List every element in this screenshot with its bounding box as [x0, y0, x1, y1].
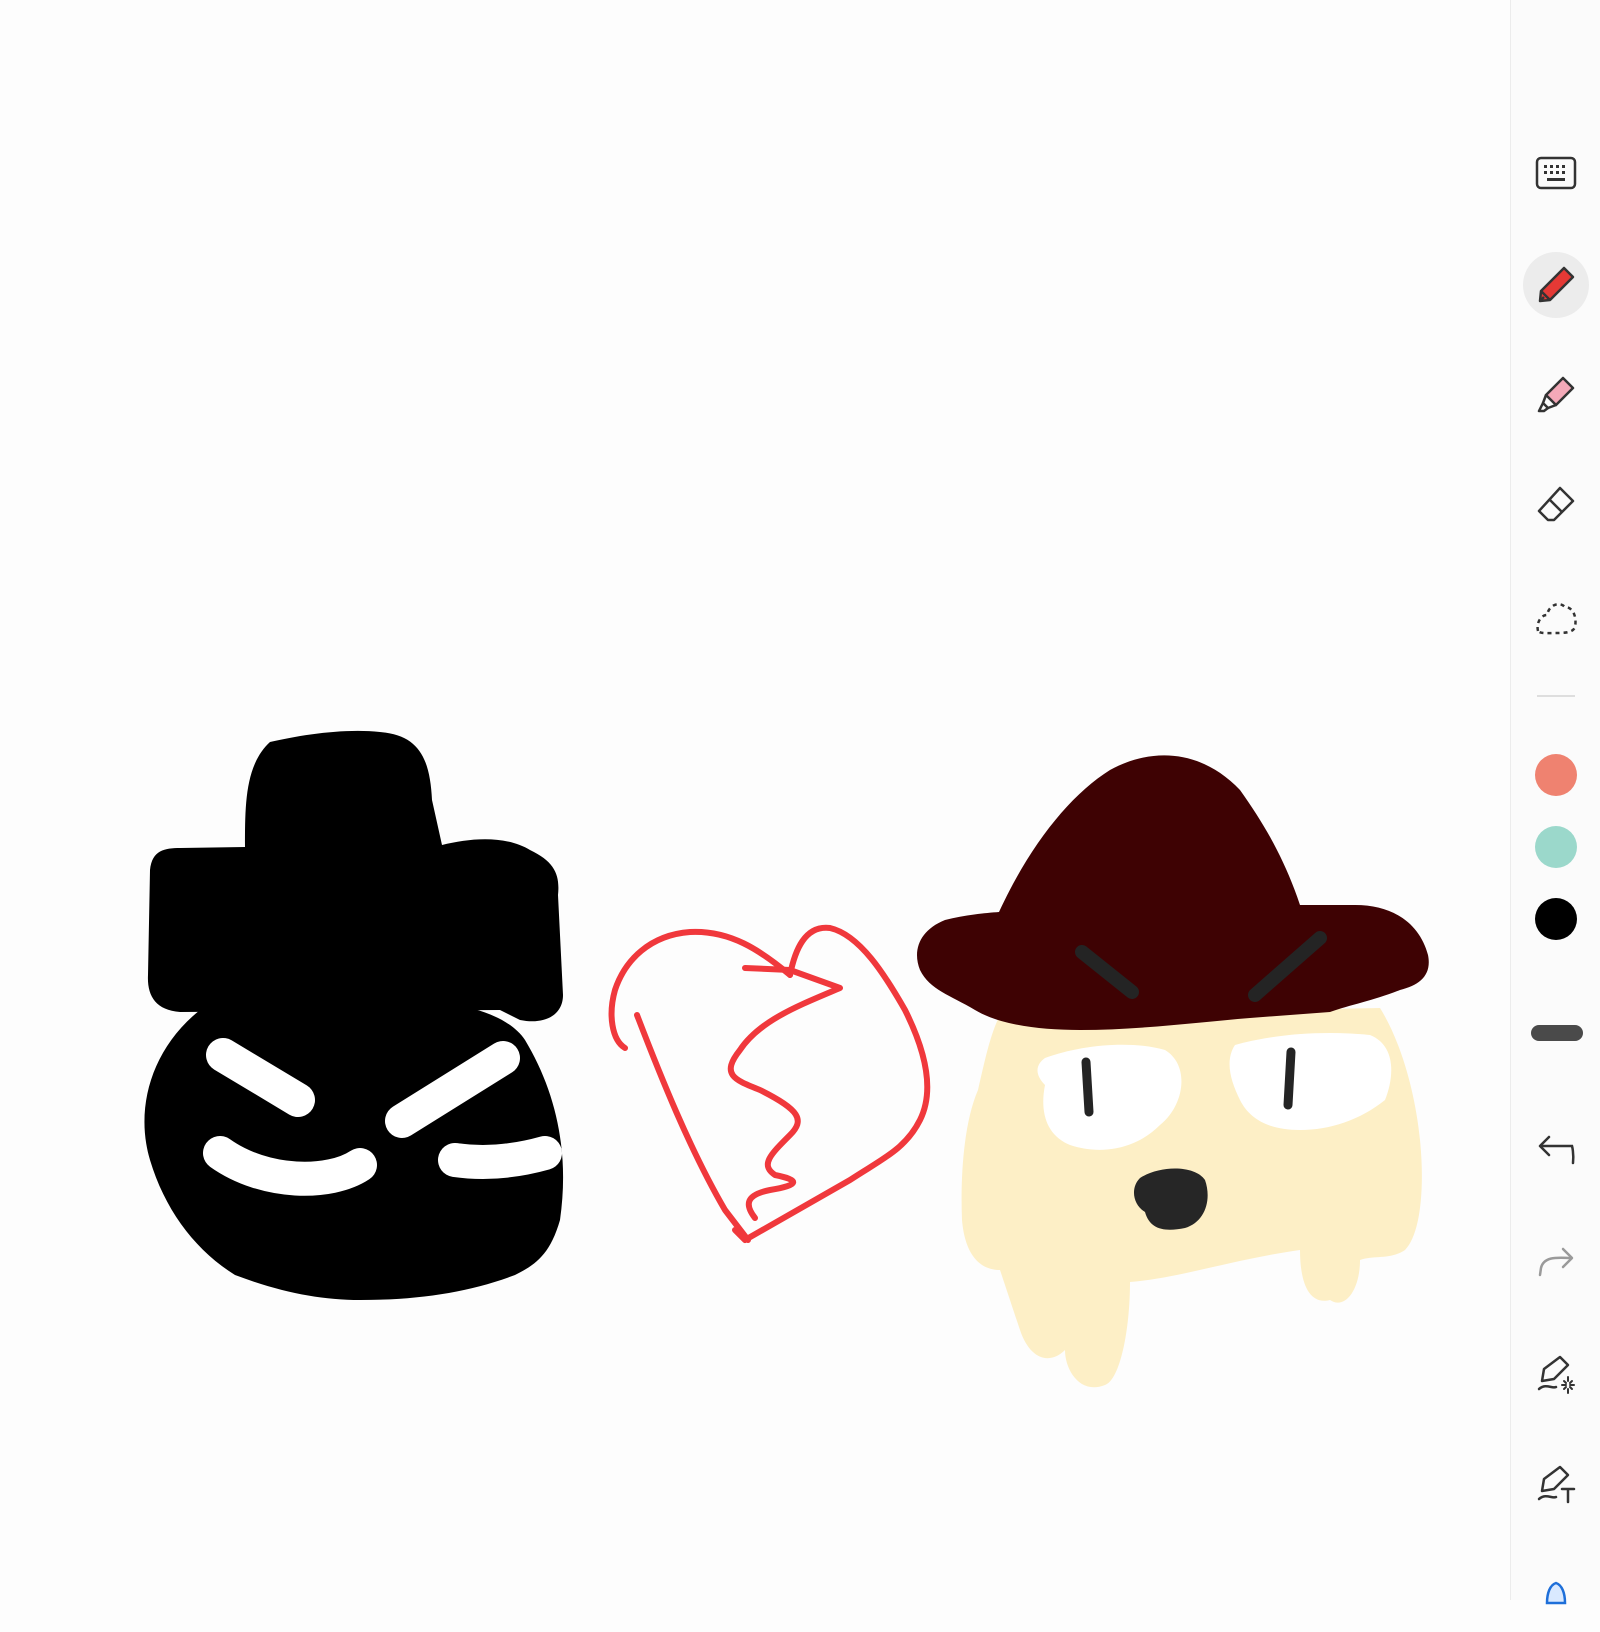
color-swatch-mint[interactable]: [1535, 826, 1577, 868]
hat-character-left-pupil: [1081, 1057, 1094, 1117]
color-swatch-black[interactable]: [1535, 898, 1577, 940]
more-tools-icon: [1536, 1579, 1576, 1619]
redo-icon: [1536, 1241, 1576, 1281]
canvas-drawing-layer: [144, 730, 1429, 1388]
more-tools-button[interactable]: [1523, 1566, 1589, 1632]
broken-heart-crack: [727, 965, 843, 1221]
hat-character-right-pupil: [1283, 1047, 1296, 1110]
ink-to-text-button[interactable]: [1523, 1450, 1589, 1516]
shadow-character-hat: [147, 730, 563, 1022]
lasso-select-icon: [1533, 597, 1579, 637]
highlighter-icon: [1534, 373, 1578, 417]
ink-sparkle-icon: [1534, 1351, 1578, 1395]
pen-icon: [1534, 263, 1578, 307]
shadow-character-right-eye: [438, 1136, 562, 1180]
hat-character: [917, 755, 1429, 1388]
broken-heart-left-half: [608, 928, 793, 1051]
ink-to-text-icon: [1534, 1461, 1578, 1505]
stroke-thickness-icon[interactable]: [1531, 1025, 1583, 1041]
shadow-character: [144, 730, 564, 1300]
keyboard-button[interactable]: [1523, 140, 1589, 206]
redo-button[interactable]: [1523, 1228, 1589, 1294]
lasso-select-button[interactable]: [1523, 584, 1589, 650]
highlighter-tool-button[interactable]: [1523, 362, 1589, 428]
keyboard-icon: [1535, 155, 1577, 191]
toolbar-divider: [1537, 695, 1575, 697]
undo-icon: [1536, 1129, 1576, 1169]
undo-button[interactable]: [1523, 1116, 1589, 1182]
color-swatch-coral[interactable]: [1535, 754, 1577, 796]
broken-heart: [608, 924, 931, 1243]
right-toolbar: [1510, 0, 1600, 1605]
broken-heart-bottom-side: [634, 1012, 751, 1243]
hat-character-hat: [917, 755, 1429, 1030]
ink-effects-button[interactable]: [1523, 1340, 1589, 1406]
pen-tool-button[interactable]: [1523, 252, 1589, 318]
drawing-canvas[interactable]: [0, 0, 1510, 1600]
eraser-icon: [1534, 483, 1578, 527]
eraser-tool-button[interactable]: [1523, 472, 1589, 538]
